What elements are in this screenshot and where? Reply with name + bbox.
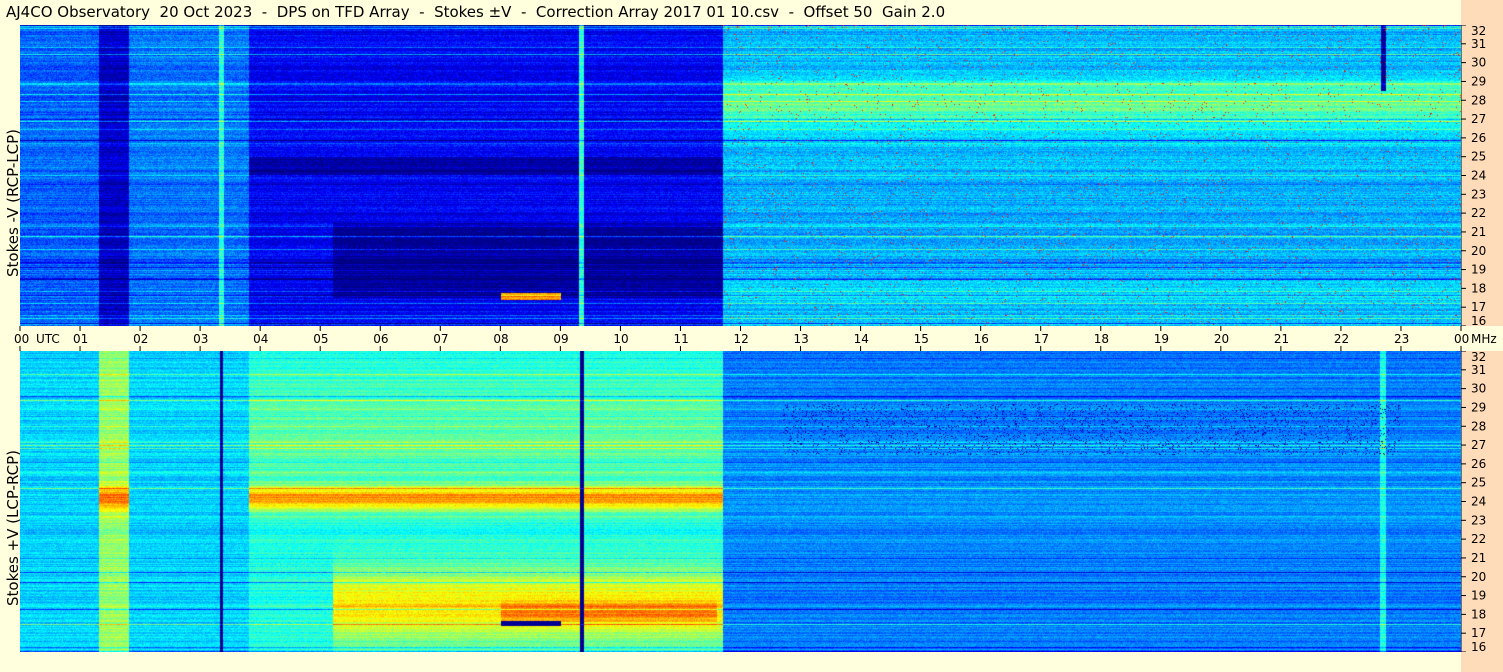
freq-axis-corner xyxy=(1461,0,1503,25)
utc-tick-label: 05 xyxy=(313,332,328,346)
freq-tick-label: 20 xyxy=(1471,570,1486,584)
freq-tick-label: 16 xyxy=(1471,640,1486,652)
freq-tick-label: 29 xyxy=(1471,74,1486,88)
top-spectrogram-heatmap xyxy=(20,25,1461,326)
freq-tick-label: 27 xyxy=(1471,438,1486,452)
freq-tick-label: 30 xyxy=(1471,382,1486,396)
freq-tick-label: 17 xyxy=(1471,300,1486,314)
freq-tick-label: 32 xyxy=(1471,25,1486,38)
freq-tick-label: 31 xyxy=(1471,37,1486,51)
freq-tick-label: 31 xyxy=(1471,363,1486,377)
utc-unit-label: UTC xyxy=(36,332,60,346)
freq-tick-label: 25 xyxy=(1471,476,1486,490)
utc-tick-label: 01 xyxy=(73,332,88,346)
freq-tick-label: 25 xyxy=(1471,150,1486,164)
freq-tick-label: 29 xyxy=(1471,400,1486,414)
freq-tick-label: 17 xyxy=(1471,626,1486,640)
freq-tick-label: 16 xyxy=(1471,314,1486,326)
freq-tick-label: 26 xyxy=(1471,131,1486,145)
freq-tick-label: 23 xyxy=(1471,513,1486,527)
utc-tick-label: 13 xyxy=(794,332,809,346)
freq-tick-label: 19 xyxy=(1471,263,1486,277)
utc-tick-label: 04 xyxy=(253,332,268,346)
bottom-frequency-axis: 1617 18 19 20 21 22 23 24 25 26 27 28 29 30 3132 xyxy=(1461,351,1503,652)
freq-tick-label: 21 xyxy=(1471,551,1486,565)
utc-tick-label: 20 xyxy=(1214,332,1229,346)
freq-tick-label: 24 xyxy=(1471,169,1486,183)
freq-tick-label: 24 xyxy=(1471,495,1486,509)
utc-tick-label: 00 xyxy=(14,332,29,346)
mhz-unit-label: MHz xyxy=(1471,332,1497,346)
freq-tick-label: 22 xyxy=(1471,206,1486,220)
bottom-spectrogram-heatmap xyxy=(20,351,1461,652)
freq-tick-label: 21 xyxy=(1471,225,1486,239)
utc-tick-label: 16 xyxy=(974,332,989,346)
freq-tick-label: 28 xyxy=(1471,419,1486,433)
freq-tick-label: 23 xyxy=(1471,187,1486,201)
utc-tick-label: 00 xyxy=(1454,332,1469,346)
freq-tick-label: 19 xyxy=(1471,589,1486,603)
freq-tick-label: 30 xyxy=(1471,56,1486,70)
utc-tick-label: 02 xyxy=(133,332,148,346)
freq-tick-label: 18 xyxy=(1471,281,1486,295)
utc-tick-label: 22 xyxy=(1334,332,1349,346)
utc-tick-label: 15 xyxy=(914,332,929,346)
freq-tick-label: 28 xyxy=(1471,93,1486,107)
utc-tick-label: 09 xyxy=(553,332,568,346)
freq-tick-label: 18 xyxy=(1471,607,1486,621)
freq-tick-label: 20 xyxy=(1471,244,1486,258)
utc-tick-label: 06 xyxy=(373,332,388,346)
utc-tick-label: 10 xyxy=(613,332,628,346)
chart-title: AJ4CO Observatory 20 Oct 2023 - DPS on T… xyxy=(6,3,946,21)
utc-tick-label: 11 xyxy=(673,332,688,346)
utc-tick-label: 17 xyxy=(1034,332,1049,346)
utc-tick-label: 14 xyxy=(854,332,869,346)
freq-tick-label: 26 xyxy=(1471,457,1486,471)
utc-tick-label: 21 xyxy=(1274,332,1289,346)
freq-tick-label: 32 xyxy=(1471,351,1486,364)
freq-tick-label: 27 xyxy=(1471,112,1486,126)
utc-tick-label: 19 xyxy=(1154,332,1169,346)
utc-tick-label: 08 xyxy=(493,332,508,346)
top-frequency-axis: 1617 18 19 20 21 22 23 24 25 26 27 28 29 30 3132 xyxy=(1461,25,1503,326)
freq-tick-label: 22 xyxy=(1471,532,1486,546)
utc-tick-label: 07 xyxy=(433,332,448,346)
bottom-margin xyxy=(0,652,1503,672)
utc-tick-label: 18 xyxy=(1094,332,1109,346)
bottom-margin-corner xyxy=(1461,652,1503,672)
utc-tick-label: 03 xyxy=(193,332,208,346)
utc-tick-label: 23 xyxy=(1394,332,1409,346)
utc-tick-label: 12 xyxy=(734,332,749,346)
utc-time-axis: 00 01 02 03 04 05 06 07 08 09 10 11 12 13 14 15 16 17 18 19… xyxy=(14,326,1497,351)
